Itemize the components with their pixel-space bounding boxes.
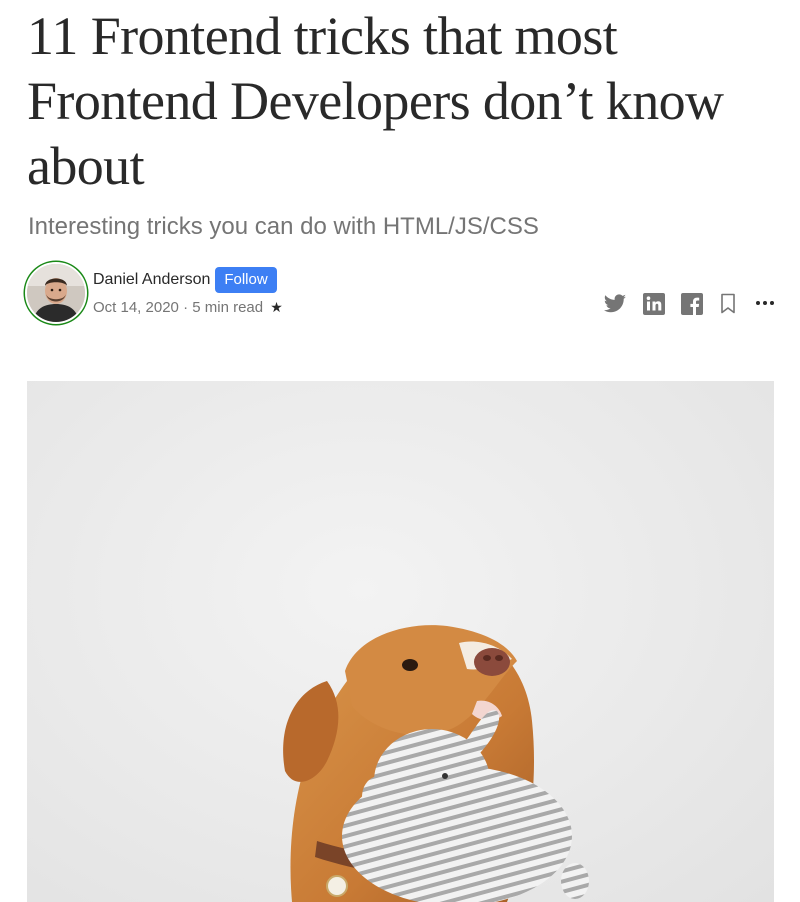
read-time: 5 min read (192, 299, 264, 316)
linkedin-icon[interactable] (643, 292, 665, 316)
member-star-icon: ★ (270, 299, 283, 315)
more-icon[interactable] (755, 292, 775, 316)
article-meta: Oct 14, 2020 · 5 min read ★ (93, 297, 283, 318)
article-subtitle: Interesting tricks you can do with HTML/… (28, 213, 539, 240)
dog-with-toy-illustration (283, 625, 589, 902)
meta-separator: · (183, 299, 189, 316)
bookmark-icon[interactable] (719, 292, 737, 316)
author-name[interactable]: Daniel Anderson (93, 270, 210, 290)
facebook-icon[interactable] (681, 292, 703, 316)
hero-image (27, 381, 774, 902)
twitter-icon[interactable] (602, 292, 628, 316)
follow-button[interactable]: Follow (215, 267, 277, 293)
author-avatar[interactable] (25, 262, 87, 324)
avatar-photo (27, 264, 85, 322)
publish-date: Oct 14, 2020 (93, 299, 179, 316)
article-title: 11 Frontend tricks that most Frontend De… (27, 6, 724, 196)
